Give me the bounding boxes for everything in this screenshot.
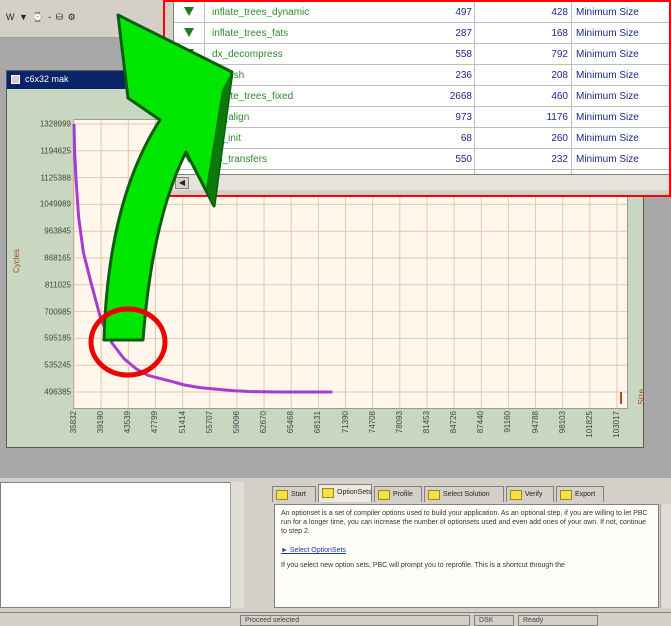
output-panel[interactable] — [0, 482, 244, 608]
output-panel-scrollbar[interactable] — [230, 482, 244, 608]
help-paragraph-2: If you select new option sets, PBC will … — [281, 562, 565, 569]
tab-step-icon — [560, 490, 572, 500]
tab-label: Export — [575, 491, 596, 498]
wizard-panel: Start OptionSets Profile Select Solution Ver… — [268, 478, 671, 612]
tab-step-icon — [428, 490, 440, 500]
wizard-tab[interactable]: Select Solution — [424, 486, 504, 502]
wizard-tabs: Start OptionSets Profile Select Solution Ver… — [268, 484, 671, 502]
status-indicator: DSK — [474, 615, 514, 626]
status-bar: Proceed selected DSK Ready — [0, 612, 671, 626]
tab-label: OptionSets — [337, 489, 372, 496]
wizard-tab[interactable]: Export — [556, 486, 604, 502]
tab-step-icon — [276, 490, 288, 500]
wizard-tab[interactable]: Profile — [374, 486, 422, 502]
tab-label: Select Solution — [443, 491, 490, 498]
tab-step-icon — [322, 488, 334, 498]
wizard-tab[interactable]: Start — [272, 486, 316, 502]
help-scrollbar[interactable] — [660, 504, 671, 608]
wizard-tab[interactable]: OptionSets — [318, 484, 372, 502]
tab-step-icon — [510, 490, 522, 500]
help-paragraph: An optionset is a set of compiler option… — [281, 510, 648, 535]
link-label[interactable]: Select OptionSets — [290, 547, 346, 554]
select-optionsets-link[interactable]: ► Select OptionSets — [281, 546, 652, 555]
tab-label: Verify — [525, 491, 543, 498]
tab-label: Profile — [393, 491, 413, 498]
tab-step-icon — [378, 490, 390, 500]
status-ready: Ready — [518, 615, 598, 626]
tab-label: Start — [291, 491, 306, 498]
wizard-tab[interactable]: Verify — [506, 486, 554, 502]
status-message: Proceed selected — [240, 615, 470, 626]
help-text-box: An optionset is a set of compiler option… — [274, 504, 659, 608]
